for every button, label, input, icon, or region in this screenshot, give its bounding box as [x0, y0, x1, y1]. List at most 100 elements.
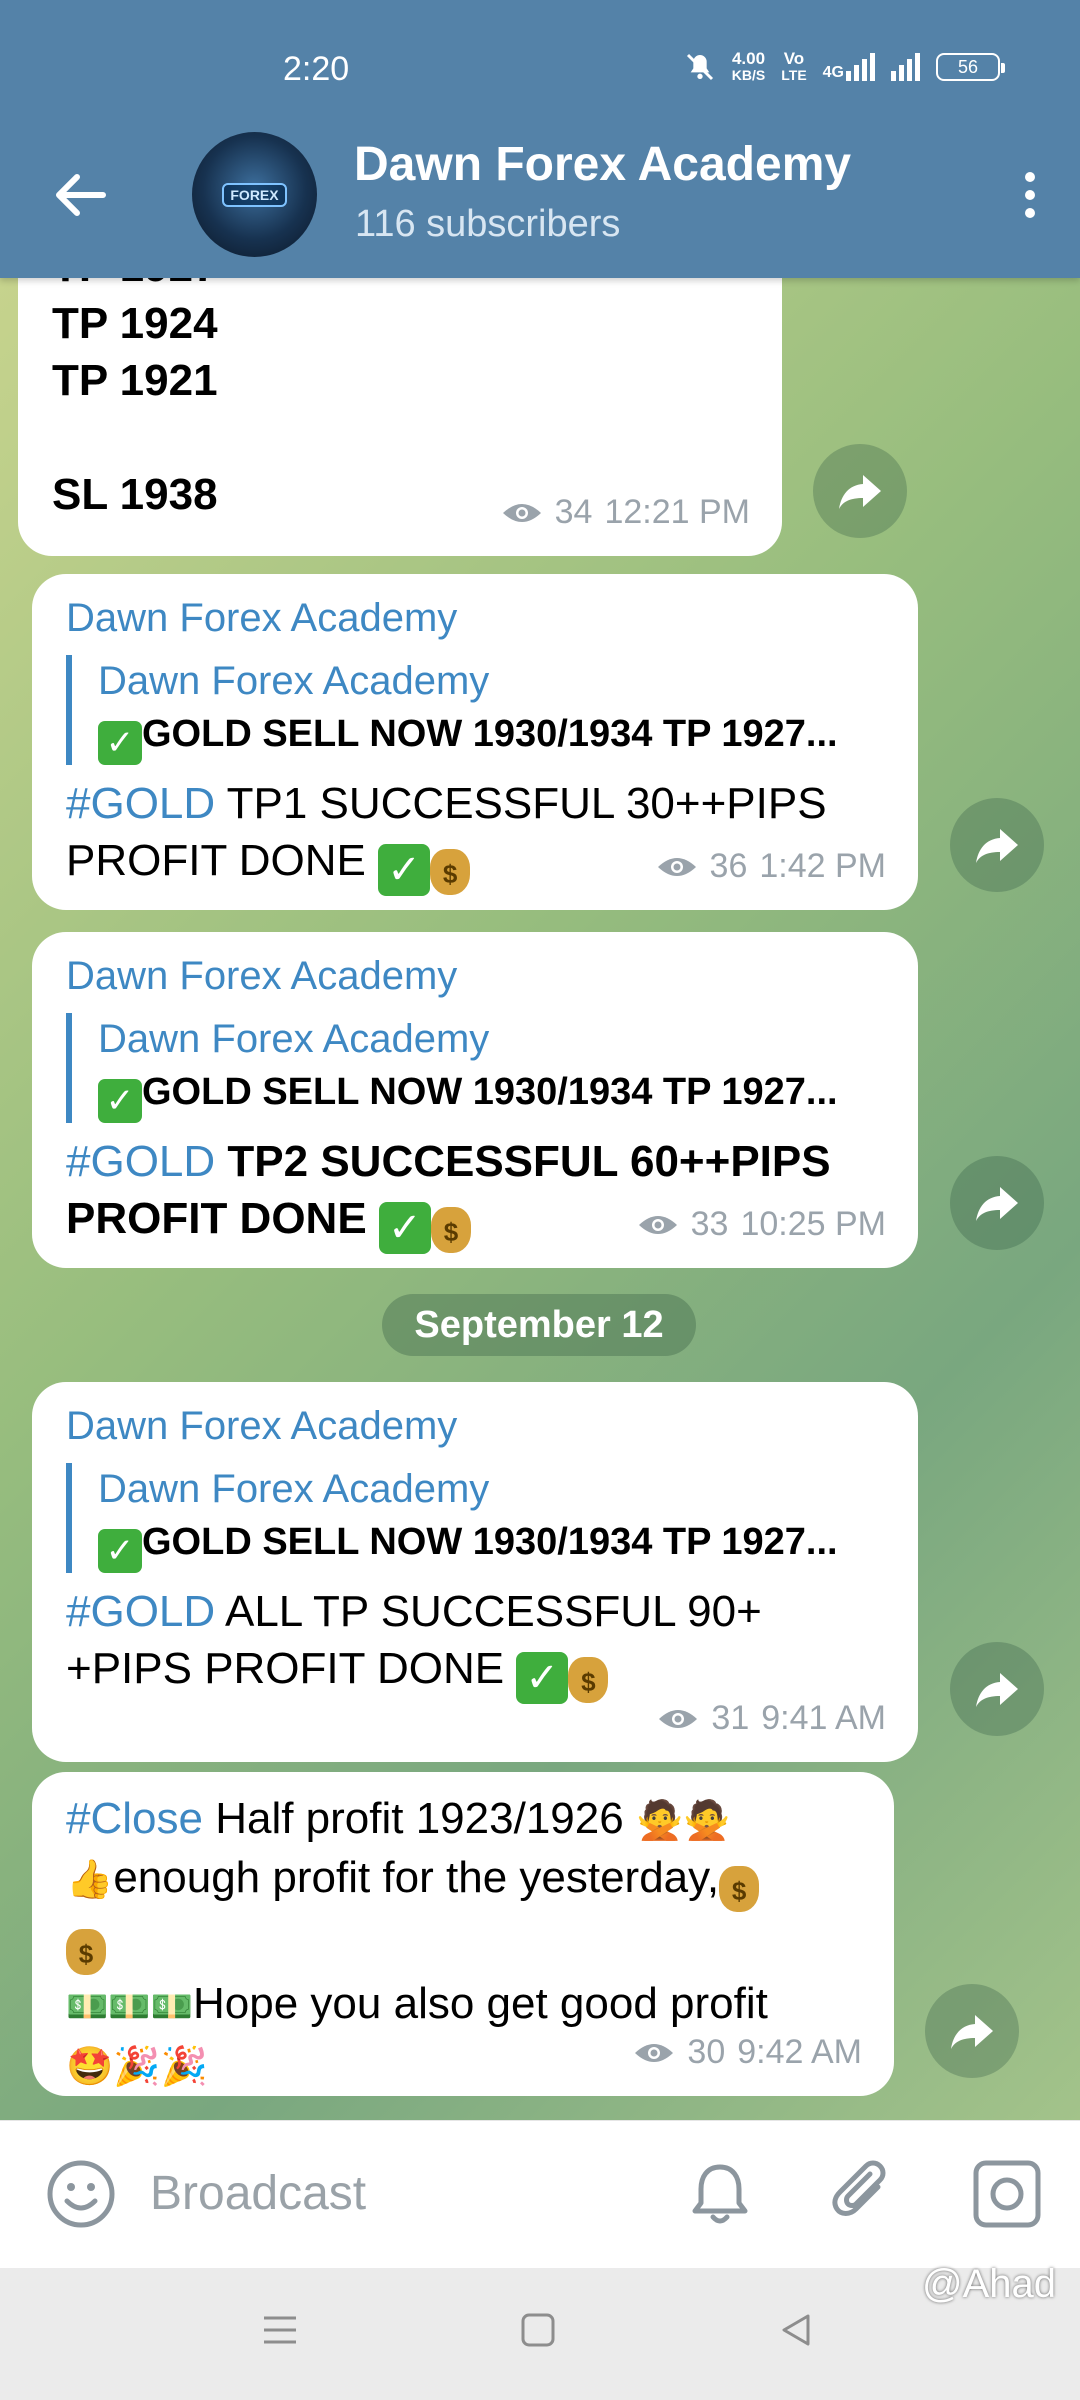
chat-header: 2:20 4.00 KB/S Vo LTE 4G 56 FOREX Dawn F…	[0, 0, 1080, 278]
speed-unit: KB/S	[731, 67, 766, 83]
message-time: 10:25 PM	[740, 1205, 886, 1243]
reply-author: Dawn Forex Academy	[98, 1017, 490, 1061]
message-author[interactable]: Dawn Forex Academy	[66, 1404, 884, 1449]
camera-button[interactable]	[970, 2157, 1044, 2231]
attach-button[interactable]	[826, 2157, 900, 2231]
system-navigation-bar	[0, 2268, 1080, 2400]
check-mark-icon: ✓	[98, 721, 142, 765]
emoji-button[interactable]	[44, 2157, 118, 2231]
message-bubble[interactable]: Dawn Forex Academy Dawn Forex Academy ✓ G…	[32, 1382, 918, 1762]
more-vertical-icon	[1025, 172, 1035, 182]
money-bag-icon: $	[66, 1929, 106, 1975]
arrow-left-icon	[56, 174, 106, 216]
message-text: $	[66, 1912, 860, 1975]
message-line: TP 1921	[52, 356, 218, 405]
back-button[interactable]	[40, 160, 120, 230]
share-arrow-icon	[976, 829, 1018, 863]
message-meta: 36 1:42 PM	[656, 847, 886, 886]
view-count: 31	[711, 1699, 750, 1737]
message-bubble[interactable]: #Close Half profit 1923/1926 🙅🙅 👍enough …	[32, 1772, 894, 2096]
reply-text: GOLD SELL NOW 1930/1934 TP 1927...	[142, 713, 838, 755]
message-time: 12:21 PM	[604, 493, 750, 531]
subscriber-count: 116 subscribers	[355, 203, 621, 245]
more-options-button[interactable]	[1000, 160, 1060, 230]
message-meta: 34 12:21 PM	[501, 493, 750, 532]
star-struck-party-emoji: 🤩🎉🎉	[66, 2044, 208, 2088]
message-text: 👍enough profit for the yesterday, $	[66, 1849, 860, 1912]
volte-top: Vo	[783, 49, 805, 68]
forward-button[interactable]	[950, 798, 1044, 892]
message-time: 9:41 AM	[761, 1699, 886, 1737]
eye-icon	[635, 2043, 674, 2062]
message-bubble[interactable]: TP 1927 TP 1924 TP 1921 SL 1938 34 12:21…	[18, 278, 782, 556]
hashtag-link[interactable]: #GOLD	[66, 1587, 215, 1636]
forward-button[interactable]	[813, 444, 907, 538]
volte-indicator: Vo LTE	[781, 50, 806, 84]
share-arrow-icon	[839, 475, 881, 509]
reply-author: Dawn Forex Academy	[98, 1467, 490, 1511]
home-button[interactable]	[520, 2312, 556, 2348]
money-bag-icon: $	[568, 1657, 609, 1703]
reply-text: GOLD SELL NOW 1930/1934 TP 1927...	[142, 1071, 838, 1113]
chat-area[interactable]: TP 1927 TP 1924 TP 1921 SL 1938 34 12:21…	[0, 278, 1080, 2120]
view-count: 30	[687, 2033, 726, 2071]
reply-quote[interactable]: Dawn Forex Academy ✓ GOLD SELL NOW 1930/1…	[66, 655, 884, 765]
view-count: 34	[554, 493, 593, 531]
message-line	[52, 409, 748, 466]
paperclip-icon	[832, 2160, 886, 2216]
eye-icon	[638, 1215, 677, 1234]
reply-quote[interactable]: Dawn Forex Academy ✓ GOLD SELL NOW 1930/1…	[66, 1013, 884, 1123]
message-bubble[interactable]: Dawn Forex Academy Dawn Forex Academy ✓ G…	[32, 932, 918, 1268]
avatar-label: FOREX	[222, 182, 287, 207]
signal-bars-icon	[891, 53, 920, 81]
message-meta: 30 9:42 AM	[633, 2033, 862, 2072]
bell-icon	[692, 2164, 748, 2224]
menu-lines-icon	[264, 2316, 296, 2344]
check-mark-icon: ✓	[98, 1079, 142, 1123]
reply-text-row: ✓ GOLD SELL NOW 1930/1934 TP 1927...	[98, 707, 884, 765]
hashtag-link[interactable]: #Close	[66, 1794, 203, 1843]
view-count: 36	[709, 847, 748, 885]
message-author[interactable]: Dawn Forex Academy	[66, 596, 884, 641]
reply-text-row: ✓ GOLD SELL NOW 1930/1934 TP 1927...	[98, 1065, 884, 1123]
message-bubble[interactable]: Dawn Forex Academy Dawn Forex Academy ✓ G…	[32, 574, 918, 910]
message-text: 💵💵💵Hope you also get good profit	[66, 1975, 860, 2036]
notifications-button[interactable]	[683, 2157, 757, 2231]
channel-title[interactable]: Dawn Forex Academy	[354, 137, 851, 192]
crossed-arms-emoji: 🙅🙅	[635, 1798, 731, 1842]
message-input[interactable]: Broadcast	[150, 2166, 366, 2221]
dollar-banknote-emoji: 💵💵💵	[66, 1987, 194, 2027]
share-arrow-icon	[976, 1673, 1018, 1707]
channel-avatar[interactable]: FOREX	[192, 132, 317, 257]
eye-icon	[657, 857, 696, 876]
status-icons: 4.00 KB/S Vo LTE 4G 56	[684, 50, 1005, 84]
network-type: 4G	[822, 64, 844, 81]
check-mark-icon: ✓	[378, 1202, 431, 1254]
status-time: 2:20	[283, 50, 350, 88]
check-mark-icon: ✓	[378, 844, 431, 896]
message-text: #Close Half profit 1923/1926 🙅🙅	[66, 1790, 860, 1849]
forward-button[interactable]	[950, 1156, 1044, 1250]
forward-button[interactable]	[925, 1984, 1019, 2078]
hashtag-link[interactable]: #GOLD	[66, 779, 215, 828]
square-icon	[521, 2313, 555, 2347]
message-line: TP 1927	[52, 278, 748, 295]
system-back-button[interactable]	[778, 2312, 814, 2348]
message-time: 1:42 PM	[759, 847, 886, 885]
message-body: Hope you also get good profit	[193, 1979, 768, 2028]
date-separator: September 12	[382, 1294, 696, 1356]
reply-quote[interactable]: Dawn Forex Academy ✓ GOLD SELL NOW 1930/1…	[66, 1463, 884, 1573]
message-body: Half profit 1923/1926	[202, 1794, 624, 1843]
message-meta: 33 10:25 PM	[637, 1205, 886, 1244]
battery-icon: 56	[936, 53, 1005, 81]
message-text: #GOLD ALL TP SUCCESSFUL 90+ +PIPS PROFIT…	[66, 1583, 806, 1704]
reply-text: GOLD SELL NOW 1930/1934 TP 1927...	[142, 1521, 838, 1563]
hashtag-link[interactable]: #GOLD	[66, 1137, 215, 1186]
share-arrow-icon	[976, 1187, 1018, 1221]
recent-apps-button[interactable]	[262, 2312, 298, 2348]
check-mark-icon: ✓	[98, 1529, 142, 1573]
smile-icon	[47, 2160, 115, 2228]
forward-button[interactable]	[950, 1642, 1044, 1736]
message-author[interactable]: Dawn Forex Academy	[66, 954, 884, 999]
money-bag-icon: $	[430, 1207, 471, 1253]
